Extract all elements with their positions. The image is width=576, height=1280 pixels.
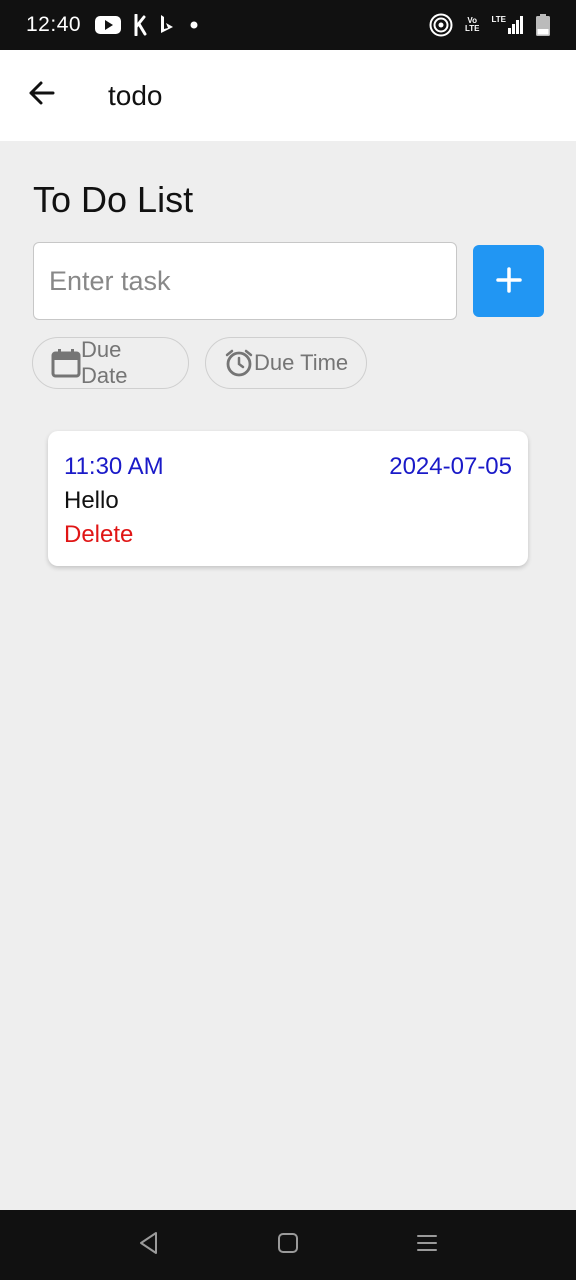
back-triangle-icon [138,1231,160,1260]
status-time: 12:40 [26,13,82,36]
add-task-button[interactable] [473,245,544,317]
app-k-icon [133,14,147,36]
youtube-icon [95,15,122,35]
task-time: 11:30 AM [64,453,164,480]
due-date-button[interactable]: Due Date [32,337,189,389]
dot-icon [187,18,201,32]
app-bar-title: todo [108,79,163,111]
nav-recents-button[interactable] [397,1215,457,1275]
status-bar: 12:40 Vo LTE LTE [0,0,576,50]
volte-icon: Vo LTE [465,17,480,33]
system-nav-bar [0,1210,576,1280]
menu-lines-icon [416,1232,438,1259]
task-date: 2024-07-05 [389,453,512,480]
due-time-button[interactable]: Due Time [205,337,367,389]
app-bar: todo [0,50,576,141]
notification-icons [95,14,201,36]
system-icons: Vo LTE LTE [429,13,550,37]
battery-icon [536,14,550,36]
hotspot-icon [429,13,453,37]
due-date-label: Due Date [81,337,128,388]
back-button[interactable] [0,50,84,141]
nav-back-button[interactable] [119,1215,179,1275]
calendar-icon [51,348,81,378]
main-content: To Do List Due Date Due Time 11:30 AM 20… [0,141,576,1210]
nav-home-button[interactable] [258,1215,318,1275]
task-input[interactable] [33,242,457,320]
lte-signal-icon: LTE [491,16,524,34]
volte-bottom-text: LTE [464,24,480,33]
alarm-clock-icon [224,348,254,378]
task-card: 11:30 AM 2024-07-05 Hello Delete [48,431,528,566]
lte-text: LTE [491,15,506,24]
delete-task-button[interactable]: Delete [64,521,133,549]
due-time-label: Due Time [254,350,349,375]
home-square-icon [277,1232,299,1259]
task-text: Hello [64,487,119,514]
plus-icon [494,265,524,298]
bing-icon [159,14,175,36]
page-title: To Do List [33,179,194,220]
arrow-left-icon [27,78,57,113]
